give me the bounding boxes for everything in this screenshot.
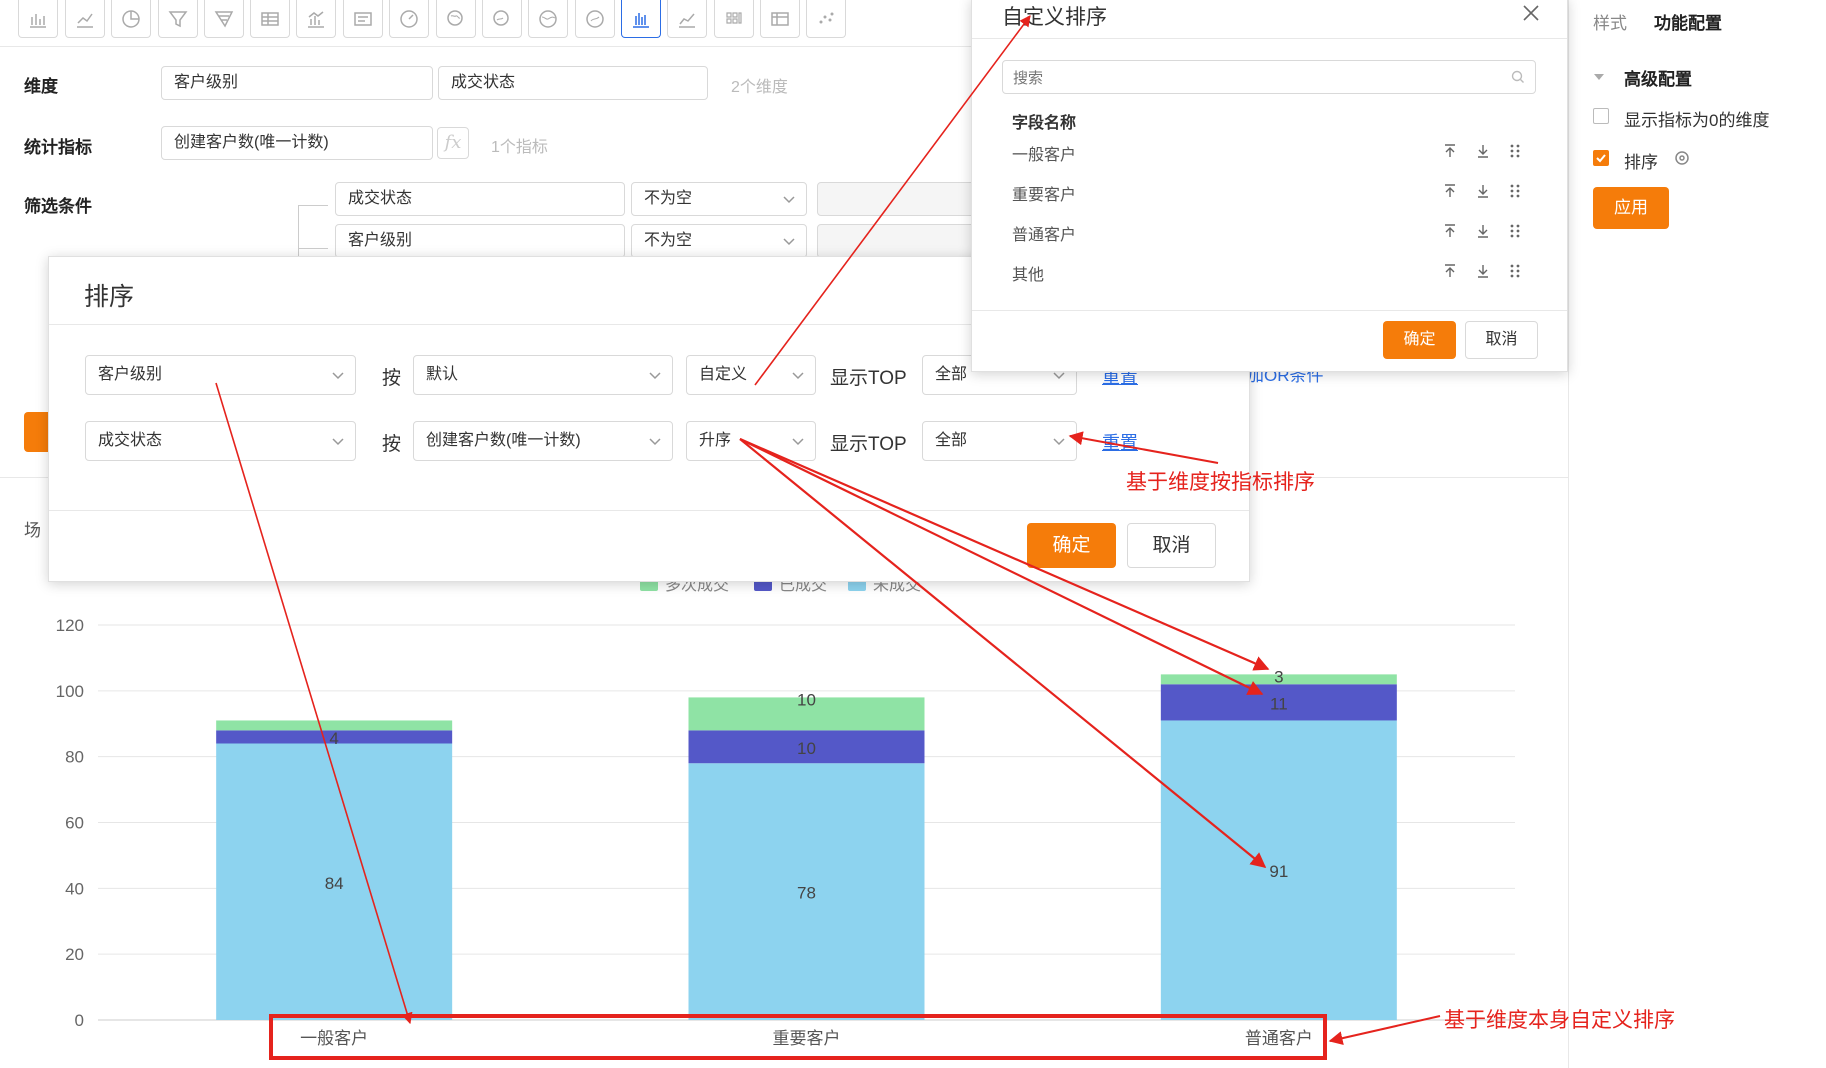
arrow-custom-label-to-axis [1328,1015,1441,1046]
annotation-custom-sort: 基于维度本身自定义排序 [1444,1009,1675,1032]
arrow-custom-to-popup [754,15,1031,386]
arrow-asc-to-series-91 [739,438,1267,868]
annotation-overlay [215,15,1441,1060]
arrow-dimension-to-axis [215,382,413,1025]
arrow-label-to-top-select [1068,431,1219,464]
annotation-metric-sort: 基于维度按指标排序 [1126,471,1315,494]
category-axis-highlight-box [269,1014,1327,1060]
